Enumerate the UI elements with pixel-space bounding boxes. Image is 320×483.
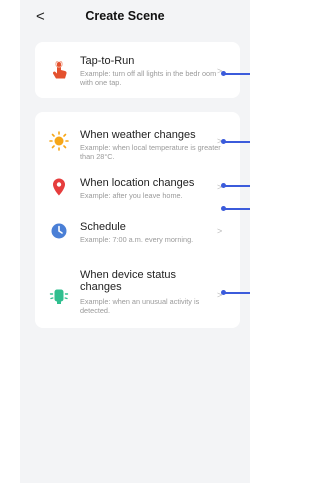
item-title: Schedule [80, 221, 126, 233]
conditions-card: When weather changes Example: when local… [35, 112, 240, 328]
tap-to-run-card: Tap-to-Run Example: turn off all lights … [35, 42, 240, 98]
connector-dot [221, 206, 226, 211]
item-title: Tap-to-Run [80, 55, 135, 67]
item-title: When weather changes [80, 129, 196, 141]
connector-line [224, 292, 250, 294]
item-description: Example: turn off all lights in the bedr… [80, 69, 217, 87]
connector-line [224, 73, 250, 75]
item-title: When device status changes [80, 269, 176, 293]
connector-line [224, 208, 250, 210]
item-description: Example: after you leave home. [80, 191, 183, 200]
list-item-device-status[interactable]: When device status changes Example: when… [35, 262, 240, 322]
item-description: Example: when an unusual activity is det… [80, 297, 200, 315]
item-description: Example: when local temperature is great… [80, 143, 221, 161]
connector-dot [221, 139, 226, 144]
location-pin-icon [53, 178, 65, 196]
list-item-location[interactable]: When location changes Example: after you… [35, 172, 240, 212]
sun-icon [49, 131, 69, 151]
item-title: When location changes [80, 177, 195, 189]
list-item-schedule[interactable]: Schedule Example: 7:00 a.m. every mornin… [35, 216, 240, 256]
chevron-right-icon: > [217, 226, 223, 236]
header: < Create Scene [0, 0, 250, 34]
connector-dot [221, 71, 226, 76]
connector-line [224, 141, 250, 143]
tap-hand-icon [52, 61, 67, 79]
connector-dot [221, 290, 226, 295]
clock-icon [51, 223, 67, 239]
list-item-weather[interactable]: When weather changes Example: when local… [35, 120, 240, 161]
item-description: Example: 7:00 a.m. every morning. [80, 235, 194, 244]
page-title: Create Scene [85, 9, 165, 23]
connector-line [224, 185, 250, 187]
device-icon [49, 289, 69, 304]
list-item-tap-to-run[interactable]: Tap-to-Run Example: turn off all lights … [35, 50, 240, 90]
connector-dot [221, 183, 226, 188]
